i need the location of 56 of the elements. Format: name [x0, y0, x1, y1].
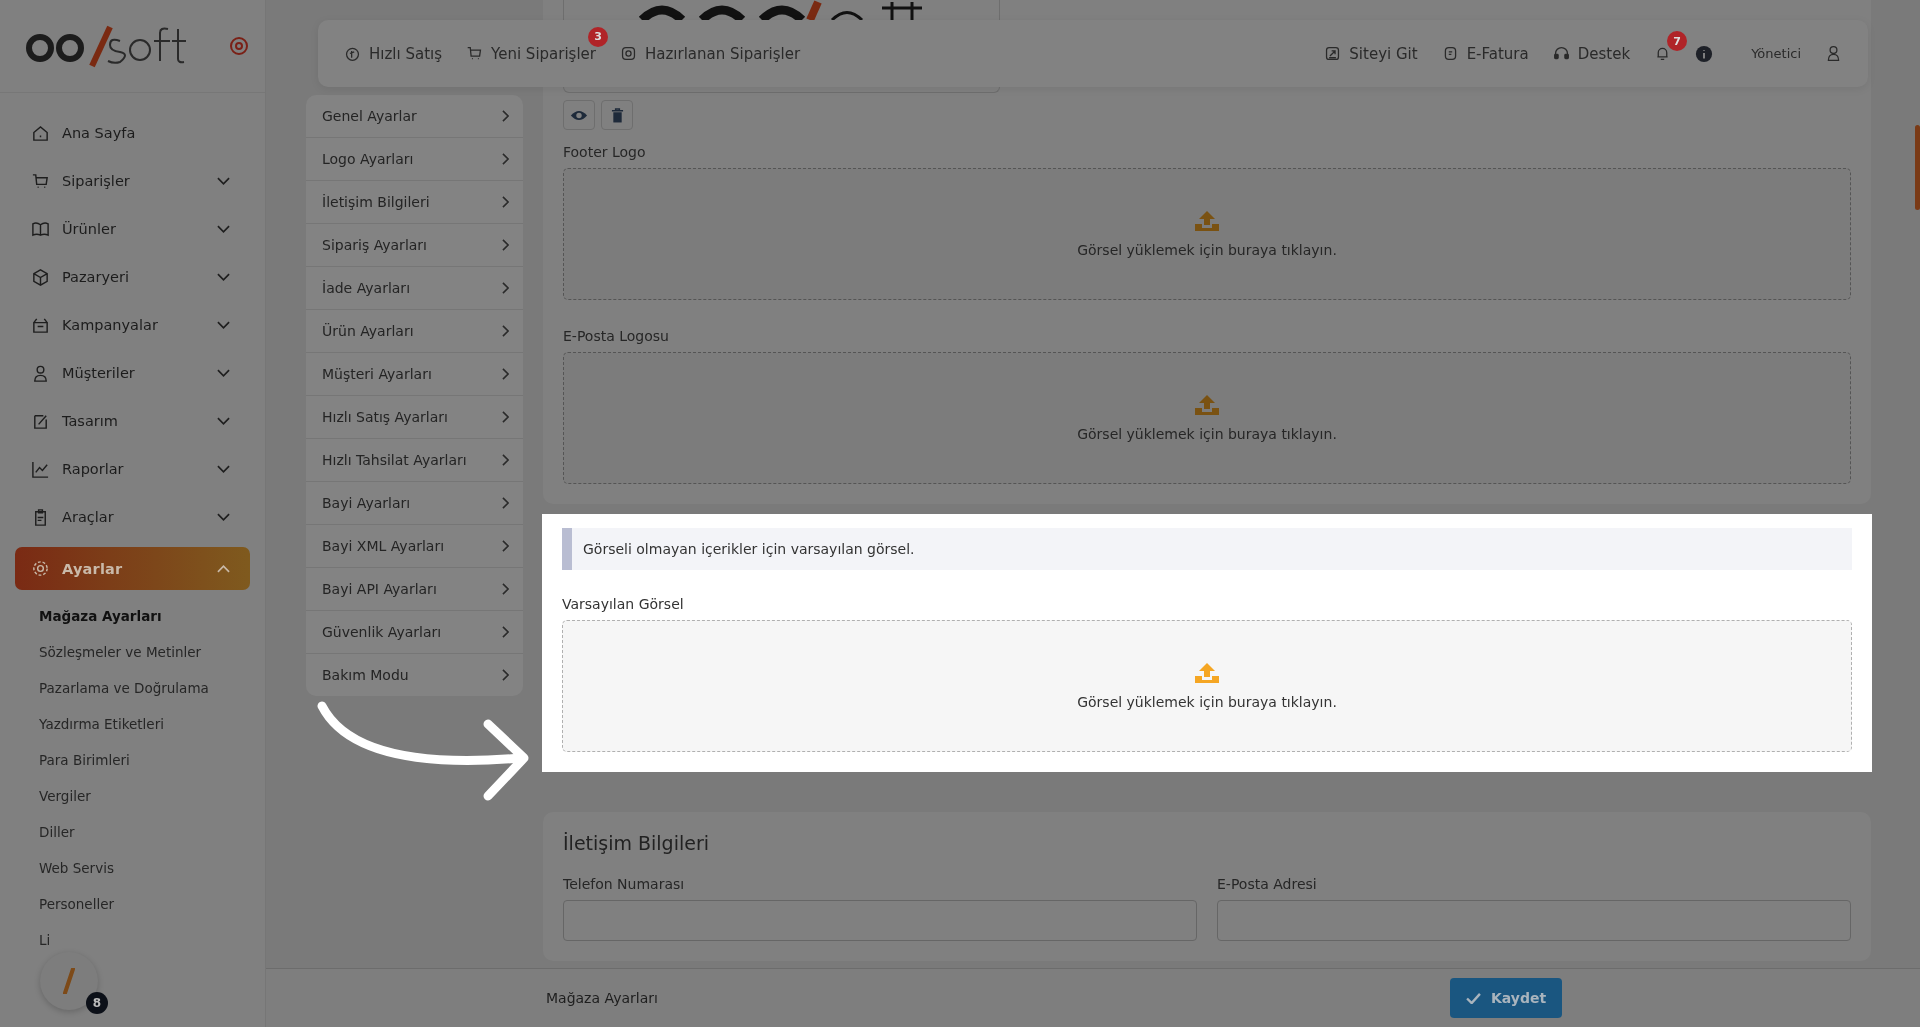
submenu-item[interactable]: Li — [39, 922, 265, 958]
field-label: Telefon Numarası — [563, 876, 686, 892]
sidebar-item[interactable]: Araçlar — [15, 499, 250, 535]
top-link[interactable]: E-Fatura — [1441, 44, 1529, 63]
field-label: Footer Logo — [563, 144, 647, 160]
submenu-item[interactable]: Yazdırma Etiketleri — [39, 706, 265, 742]
top-link[interactable]: Destek — [1552, 44, 1631, 63]
sidebar-item[interactable]: Ayarlar — [15, 547, 250, 590]
settings-menu-item[interactable]: Genel Ayarlar — [306, 95, 523, 138]
upload-area[interactable]: Görsel yüklemek için buraya tıklayın. — [563, 168, 1851, 300]
field-label: Varsayılan Görsel — [562, 596, 685, 612]
count-badge: 8 — [86, 992, 108, 1014]
top-link[interactable]: Siteyi Git — [1324, 44, 1418, 63]
settings-menu-item[interactable]: İade Ayarları — [306, 267, 523, 310]
top-link[interactable]: Hızlı Satış — [344, 44, 442, 63]
user-menu[interactable]: Yönetici — [1751, 46, 1801, 61]
settings-menu-item[interactable]: Logo Ayarları — [306, 138, 523, 181]
sidebar-item[interactable]: Tasarım — [15, 403, 250, 439]
sidebar-item[interactable]: Raporlar — [15, 451, 250, 487]
submenu-item[interactable]: Vergiler — [39, 778, 265, 814]
sidebar-item[interactable]: Siparişler — [15, 163, 250, 199]
top-link[interactable]: Hazırlanan Siparişler — [620, 44, 801, 63]
upload-area[interactable]: Görsel yüklemek için buraya tıklayın. — [562, 620, 1852, 752]
submenu-item[interactable]: Web Servis — [39, 850, 265, 886]
count-badge: 7 — [1667, 31, 1688, 51]
upload-area[interactable]: Görsel yüklemek için buraya tıklayın. — [563, 352, 1851, 484]
section-title: İletişim Bilgileri — [563, 832, 711, 854]
settings-menu-item[interactable]: Bayi API Ayarları — [306, 568, 523, 611]
settings-menu-item[interactable]: Hızlı Satış Ayarları — [306, 396, 523, 439]
settings-menu-item[interactable]: İletişim Bilgileri — [306, 181, 523, 224]
submenu-item[interactable]: Pazarlama ve Doğrulama — [39, 670, 265, 706]
submenu-item[interactable]: Personeller — [39, 886, 265, 922]
submenu-item[interactable]: Mağaza Ayarları — [39, 598, 265, 634]
save-button[interactable]: Kaydet — [1450, 978, 1563, 1018]
settings-menu-item[interactable]: Güvenlik Ayarları — [306, 611, 523, 654]
count-badge: 3 — [588, 26, 608, 47]
settings-menu-item[interactable]: Hızlı Tahsilat Ayarları — [306, 439, 523, 482]
field-label: E-Posta Logosu — [563, 328, 670, 344]
settings-menu-item[interactable]: Bayi XML Ayarları — [306, 525, 523, 568]
settings-menu-item[interactable]: Bayi Ayarları — [306, 482, 523, 525]
settings-menu-item[interactable]: Müşteri Ayarları — [306, 353, 523, 396]
submenu-item[interactable]: Sözleşmeler ve Metinler — [39, 634, 265, 670]
field-label: E-Posta Adresi — [1217, 876, 1318, 892]
info-note: Görseli olmayan içerikler için varsayılan görsel. — [562, 528, 1852, 570]
breadcrumb: Mağaza Ayarları — [546, 990, 659, 1006]
settings-menu-item[interactable]: Bakım Modu — [306, 654, 523, 696]
top-link[interactable]: Yeni Siparişler — [466, 44, 596, 63]
sidebar-item[interactable]: Ürünler — [15, 211, 250, 247]
sidebar-item[interactable]: Kampanyalar — [15, 307, 250, 343]
settings-menu-item[interactable]: Sipariş Ayarları — [306, 224, 523, 267]
submenu-item[interactable]: Diller — [39, 814, 265, 850]
sidebar-item[interactable]: Pazaryeri — [15, 259, 250, 295]
sidebar-item[interactable]: Müşteriler — [15, 355, 250, 391]
sidebar-item[interactable]: Ana Sayfa — [15, 115, 250, 151]
submenu-item[interactable]: Para Birimleri — [39, 742, 265, 778]
settings-menu-item[interactable]: Ürün Ayarları — [306, 310, 523, 353]
